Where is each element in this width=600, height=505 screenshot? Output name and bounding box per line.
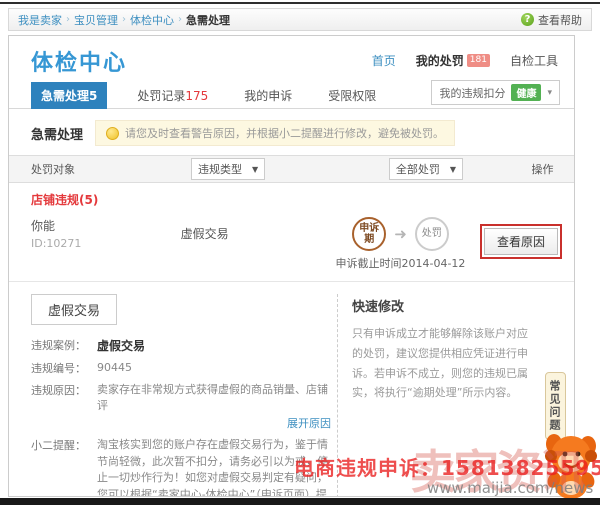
staff-tip-value: 淘宝核实到您的账户存在虚假交易行为，鉴于情节尚轻微，此次暂不扣分，请务必引以为戒… bbox=[97, 437, 331, 497]
view-help-label: 查看帮助 bbox=[538, 12, 582, 28]
step-penalty: 处罚 bbox=[415, 217, 449, 251]
quick-fix-title: 快速修改 bbox=[352, 296, 538, 315]
breadcrumb-current: 急需处理 bbox=[186, 12, 230, 28]
violation-score-label: 我的违规扣分 bbox=[439, 85, 505, 101]
violation-type-filter-label: 违规类型 bbox=[198, 161, 242, 177]
breadcrumb-separator: › bbox=[66, 14, 70, 25]
tab-penalty-records-label: 处罚记录 bbox=[137, 89, 185, 103]
breadcrumb-link-items[interactable]: 宝贝管理 bbox=[74, 12, 118, 28]
appeal-deadline: 申诉截止时间2014-04-12 bbox=[336, 255, 466, 271]
breadcrumb: 我是卖家 › 宝贝管理 › 体检中心 › 急需处理 ? 查看帮助 bbox=[8, 8, 592, 31]
quick-fix-panel: 快速修改 只有申诉成立才能够解除该账户对应的处罚，建议您提供相应凭证进行申诉。若… bbox=[337, 294, 574, 497]
reason-value: 卖家存在非常规方式获得虚假的商品销量、店铺评 bbox=[97, 383, 328, 413]
penalty-steps: 申诉期 ➜ 处罚 申诉截止时间2014-04-12 bbox=[321, 217, 480, 271]
help-question-icon: ? bbox=[521, 13, 534, 26]
chevron-down-icon: ▼ bbox=[252, 165, 258, 174]
nav-home[interactable]: 首页 bbox=[372, 52, 396, 69]
violation-detail: 虚假交易 违规案例： 虚假交易 违规编号： 90445 违规原因： 卖家存在非常… bbox=[9, 281, 574, 497]
tabs-bar: 急需处理5 处罚记录175 我的申诉 受限权限 我的违规扣分 健康 ▾ bbox=[9, 81, 574, 109]
breadcrumb-link-health[interactable]: 体检中心 bbox=[130, 12, 174, 28]
group-title-shop-violations: 店铺违规(5) bbox=[9, 183, 574, 213]
step-appeal-period-label: 申诉期 bbox=[358, 223, 380, 246]
violation-type: 虚假交易 bbox=[181, 217, 321, 242]
nav-my-penalty[interactable]: 我的处罚 181 bbox=[416, 52, 490, 69]
mascot-icon bbox=[541, 422, 599, 503]
annotation-box: 查看原因 bbox=[480, 224, 562, 259]
arrow-right-icon: ➜ bbox=[394, 225, 407, 243]
tab-penalty-records[interactable]: 处罚记录175 bbox=[131, 82, 214, 109]
bulb-icon bbox=[106, 127, 119, 140]
tab-urgent[interactable]: 急需处理5 bbox=[31, 82, 107, 109]
tab-restricted[interactable]: 受限权限 bbox=[322, 82, 382, 109]
chevron-down-icon: ▾ bbox=[547, 88, 552, 98]
page-header: 体检中心 首页 我的处罚 181 自检工具 bbox=[9, 36, 574, 78]
warning-notice-text: 请您及时查看警告原因，并根据小二提醒进行修改，避免被处罚。 bbox=[125, 125, 444, 141]
breadcrumb-separator: › bbox=[122, 14, 126, 25]
detail-left-column: 虚假交易 违规案例： 虚假交易 违规编号： 90445 违规原因： 卖家存在非常… bbox=[31, 294, 331, 497]
violation-score-dropdown[interactable]: 我的违规扣分 健康 ▾ bbox=[431, 80, 560, 105]
violation-type-filter[interactable]: 违规类型 ▼ bbox=[191, 158, 265, 180]
header-nav: 首页 我的处罚 181 自检工具 bbox=[372, 52, 558, 69]
column-action: 操作 bbox=[511, 161, 574, 177]
seller-id: ID:10271 bbox=[31, 237, 181, 250]
quick-fix-body: 只有申诉成立才能够解除该账户对应的处罚，建议您提供相应凭证进行申诉。若申诉不成立… bbox=[352, 324, 538, 403]
expand-reason-link[interactable]: 展开原因 bbox=[97, 416, 331, 433]
tab-my-appeal[interactable]: 我的申诉 bbox=[238, 82, 298, 109]
nav-self-check[interactable]: 自检工具 bbox=[510, 52, 558, 69]
step-appeal-period: 申诉期 bbox=[352, 217, 386, 251]
penalty-target: 你能 ID:10271 bbox=[31, 217, 181, 250]
violation-row: 你能 ID:10271 虚假交易 申诉期 ➜ 处罚 申诉截止时间2014-04-… bbox=[9, 213, 574, 279]
window-bottom-edge bbox=[0, 498, 600, 505]
urgent-section: 急需处理 请您及时查看警告原因，并根据小二提醒进行修改，避免被处罚。 bbox=[9, 109, 574, 155]
column-target: 处罚对象 bbox=[31, 161, 191, 177]
list-header: 处罚对象 违规类型 ▼ 全部处罚 ▼ 操作 bbox=[9, 155, 574, 183]
penalty-filter-label: 全部处罚 bbox=[396, 161, 440, 177]
nav-my-penalty-label: 我的处罚 bbox=[416, 52, 464, 69]
health-status-badge: 健康 bbox=[511, 84, 541, 101]
breadcrumb-link-seller[interactable]: 我是卖家 bbox=[18, 12, 62, 28]
chevron-down-icon: ▼ bbox=[450, 165, 456, 174]
breadcrumb-separator: › bbox=[178, 14, 182, 25]
penalty-records-count: 175 bbox=[185, 89, 208, 103]
urgent-section-label: 急需处理 bbox=[31, 124, 83, 143]
seller-name: 你能 bbox=[31, 217, 181, 234]
detail-tab-fake-trade[interactable]: 虚假交易 bbox=[31, 294, 117, 325]
tabs: 急需处理5 处罚记录175 我的申诉 受限权限 bbox=[31, 82, 382, 109]
view-help-link[interactable]: ? 查看帮助 bbox=[521, 12, 582, 28]
main-panel: 体检中心 首页 我的处罚 181 自检工具 急需处理5 处罚记录175 我的申诉… bbox=[8, 35, 575, 497]
warning-notice: 请您及时查看警告原因，并根据小二提醒进行修改，避免被处罚。 bbox=[95, 120, 455, 146]
view-reason-button[interactable]: 查看原因 bbox=[484, 228, 558, 255]
reason-label: 违规原因： bbox=[31, 382, 97, 433]
window-top-edge bbox=[0, 2, 600, 4]
staff-tip-label: 小二提醒： bbox=[31, 437, 97, 497]
code-value: 90445 bbox=[97, 360, 331, 377]
case-value: 虚假交易 bbox=[97, 337, 331, 355]
penalty-filter[interactable]: 全部处罚 ▼ bbox=[389, 158, 463, 180]
penalty-count-badge: 181 bbox=[467, 54, 490, 67]
code-label: 违规编号： bbox=[31, 360, 97, 377]
page-title: 体检中心 bbox=[31, 45, 127, 77]
case-label: 违规案例： bbox=[31, 337, 97, 355]
